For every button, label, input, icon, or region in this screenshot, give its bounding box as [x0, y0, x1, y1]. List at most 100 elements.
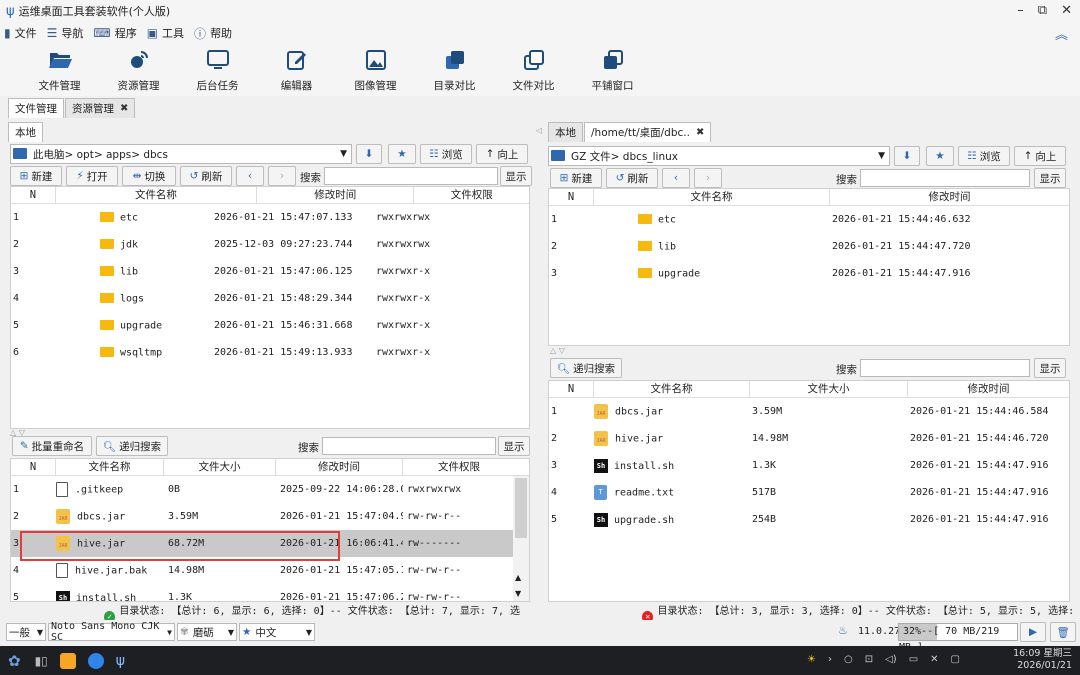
forward-button[interactable]: ›: [268, 166, 296, 186]
app-logo-icon[interactable]: ψ: [116, 653, 125, 669]
close-icon[interactable]: ✖: [120, 103, 128, 114]
show-button[interactable]: 显示: [1034, 358, 1066, 378]
screenshot-icon[interactable]: ⊡: [865, 654, 873, 665]
maximize-button[interactable]: ⧉: [1038, 3, 1047, 18]
table-row[interactable]: 1 etc 2026-01-21 15:47:07.133 rwxrwxrwx: [11, 204, 529, 231]
font-select[interactable]: Noto Sans Mono CJK SC ▼: [48, 621, 175, 643]
network-icon[interactable]: ✕: [930, 654, 938, 665]
arrow-icon[interactable]: ›: [828, 654, 832, 665]
splitter-handle[interactable]: △ ▽: [550, 346, 565, 355]
favorite-button[interactable]: ★: [926, 146, 954, 166]
path-breadcrumb[interactable]: 此电脑> opt> apps> dbcs ▼: [10, 144, 352, 164]
ribbon-resource-manager[interactable]: 资源管理: [99, 44, 178, 96]
ribbon-tile-windows[interactable]: 平铺窗口: [573, 44, 652, 96]
back-button[interactable]: ‹: [236, 166, 264, 186]
table-row[interactable]: 1 JAR dbcs.jar 3.59M 2026-01-21 15:44:46.…: [549, 398, 1069, 425]
show-button[interactable]: 显示: [1034, 168, 1066, 188]
table-row[interactable]: 3 upgrade 2026-01-21 15:44:47.916: [549, 260, 1069, 287]
refresh-button[interactable]: ↺ 刷新: [180, 166, 232, 186]
scroll-down-icon[interactable]: ▼: [515, 589, 521, 598]
display-icon[interactable]: ▭: [909, 654, 918, 665]
dir-search-input[interactable]: [324, 167, 498, 185]
open-button[interactable]: ⚡ 打开: [66, 166, 118, 186]
show-button[interactable]: 显示: [498, 436, 530, 456]
language-select[interactable]: ★ 中文 ▼: [239, 623, 315, 641]
recursive-search-button[interactable]: 🔍︎ 递归搜索: [550, 358, 622, 378]
forward-button[interactable]: ›: [694, 168, 722, 188]
file-search-input[interactable]: [322, 437, 496, 455]
table-row[interactable]: 4 hive.jar.bak 14.98M 2026-01-21 15:47:0…: [11, 557, 529, 584]
scroll-up-icon[interactable]: ▲: [515, 573, 521, 582]
scrollbar[interactable]: ▲ ▼: [513, 476, 529, 601]
menu-program[interactable]: ⌨ 程序: [93, 25, 136, 41]
close-icon[interactable]: ✖: [696, 127, 704, 138]
new-button[interactable]: ⊞ 新建: [550, 168, 602, 188]
table-row[interactable]: 3 Sh install.sh 1.3K 2026-01-21 15:44:47.…: [549, 452, 1069, 479]
right-tab-remote[interactable]: /home/tt/桌面/dbc.. ✖: [584, 122, 712, 142]
table-row[interactable]: 5 Sh install.sh 1.3K 2026-01-21 15:47:06.…: [11, 584, 529, 601]
minimize-button[interactable]: –: [1017, 3, 1024, 18]
table-row[interactable]: 3 lib 2026-01-21 15:47:06.125 rwxrwxr-x: [11, 258, 529, 285]
ribbon-background-tasks[interactable]: 后台任务: [178, 44, 257, 96]
collapse-ribbon-icon[interactable]: ︽: [1055, 24, 1068, 43]
table-row[interactable]: 1 .gitkeep 0B 2025-09-22 14:06:28.000 rw…: [11, 476, 529, 503]
search-label: 搜索: [298, 442, 319, 454]
ribbon-image-manager[interactable]: 图像管理: [336, 44, 415, 96]
table-row[interactable]: 5 upgrade 2026-01-21 15:46:31.668 rwxrwx…: [11, 312, 529, 339]
close-window-button[interactable]: ✕: [1061, 3, 1072, 18]
refresh-button[interactable]: ↺ 刷新: [606, 168, 658, 188]
new-button[interactable]: ⊞ 新建: [10, 166, 62, 186]
workspace-icon[interactable]: ▮▯: [35, 654, 48, 668]
favorite-button[interactable]: ★: [388, 144, 416, 164]
ribbon-file-compare[interactable]: 文件对比: [494, 44, 573, 96]
back-button[interactable]: ‹: [662, 168, 690, 188]
browse-button[interactable]: ☷ 浏览: [958, 146, 1010, 166]
table-row[interactable]: 2 JAR dbcs.jar 3.59M 2026-01-21 15:47:04.…: [11, 503, 529, 530]
table-row[interactable]: 1 etc 2026-01-21 15:44:46.632: [549, 206, 1069, 233]
menu-file[interactable]: ▮ 文件: [4, 25, 37, 41]
up-button[interactable]: ↑ 向上: [1014, 146, 1066, 166]
download-button[interactable]: ⬇: [894, 146, 920, 166]
dir-search-input[interactable]: [860, 169, 1030, 187]
search-icon[interactable]: ○: [844, 654, 853, 665]
ribbon-dir-compare[interactable]: 目录对比: [415, 44, 494, 96]
path-breadcrumb[interactable]: GZ 文件> dbcs_linux ▼: [548, 146, 890, 166]
tab-resource-manager[interactable]: 资源管理 ✖: [65, 98, 136, 118]
notification-icon[interactable]: ▢: [951, 654, 960, 665]
mode-select[interactable]: 一般 ▼: [6, 623, 46, 641]
gc-play-button[interactable]: ▶: [1020, 622, 1046, 642]
brightness-icon[interactable]: ☀: [807, 654, 816, 665]
browse-button[interactable]: ☷ 浏览: [420, 144, 472, 164]
recursive-search-button[interactable]: 🔍︎ 递归搜索: [96, 436, 168, 456]
menu-tools[interactable]: ▣ 工具: [147, 25, 184, 41]
table-row[interactable]: 2 JAR hive.jar 14.98M 2026-01-21 15:44:46…: [549, 425, 1069, 452]
table-row[interactable]: 4 logs 2026-01-21 15:48:29.344 rwxrwxr-x: [11, 285, 529, 312]
download-button[interactable]: ⬇: [356, 144, 382, 164]
table-row[interactable]: 2 jdk 2025-12-03 09:27:23.744 rwxrwxrwx: [11, 231, 529, 258]
table-row[interactable]: 5 Sh upgrade.sh 254B 2026-01-21 15:44:47.…: [549, 506, 1069, 533]
theme-select[interactable]: ✾ 磨砺 ▼: [177, 623, 237, 641]
table-row[interactable]: 4 Treadme.txt 517B 2026-01-21 15:44:47.9…: [549, 479, 1069, 506]
volume-icon[interactable]: ◁): [885, 654, 897, 665]
left-tab-local[interactable]: 本地: [8, 122, 43, 142]
table-row[interactable]: 2 lib 2026-01-21 15:44:47.720: [549, 233, 1069, 260]
tab-file-manager[interactable]: 文件管理: [8, 98, 64, 118]
chevron-down-icon[interactable]: ▼: [340, 149, 347, 159]
start-menu-icon[interactable]: ✿: [8, 652, 21, 670]
app-store-icon[interactable]: [59, 652, 76, 669]
menu-navigate[interactable]: ☰ 导航: [47, 25, 84, 41]
chevron-down-icon[interactable]: ▼: [878, 151, 885, 161]
batch-rename-button[interactable]: ✎ 批量重命名: [12, 436, 92, 456]
up-button[interactable]: ↑ 向上: [476, 144, 528, 164]
switch-button[interactable]: ⇹ 切换: [122, 166, 176, 186]
file-search-input[interactable]: [860, 359, 1030, 377]
ribbon-editor[interactable]: 编辑器: [257, 44, 336, 96]
pane-divider-icon[interactable]: ◁: [536, 126, 542, 135]
right-tab-local[interactable]: 本地: [548, 122, 583, 142]
browser-icon[interactable]: [87, 652, 104, 669]
menu-help[interactable]: ⓘ 帮助: [194, 25, 232, 42]
show-button[interactable]: 显示: [500, 166, 532, 186]
trash-button[interactable]: 🗑︎: [1050, 622, 1076, 642]
ribbon-file-manager[interactable]: 文件管理: [20, 44, 99, 96]
table-row[interactable]: 6 wsqltmp 2026-01-21 15:49:13.933 rwxrwx…: [11, 339, 529, 366]
